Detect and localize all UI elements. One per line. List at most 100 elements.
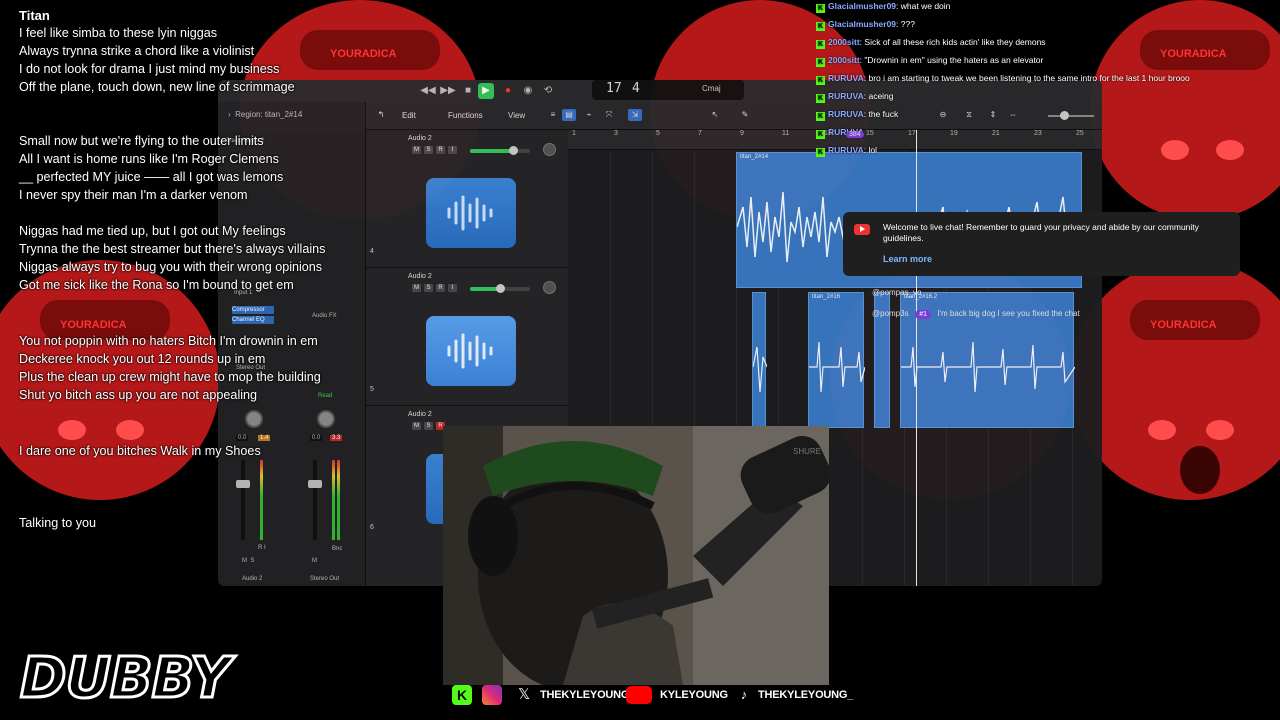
track-name: Audio 2 <box>408 411 432 418</box>
pencil-tool-icon[interactable]: ✎ <box>738 109 752 121</box>
vol-a-peak: 1.4 <box>258 435 271 441</box>
volume-slider[interactable] <box>470 146 530 155</box>
plugin-channel-eq[interactable]: Channel EQ <box>232 316 274 324</box>
capture-record-button[interactable]: ◉ <box>520 83 536 99</box>
back-icon[interactable]: ↰ <box>374 109 388 121</box>
stop-button[interactable]: ■ <box>460 83 476 99</box>
kick-handle[interactable]: THEKYLEYOUNG <box>540 689 629 701</box>
instagram-icon[interactable] <box>482 685 502 705</box>
mute-button[interactable]: M <box>412 146 421 154</box>
fast-forward-button[interactable]: ▶▶ <box>440 83 456 99</box>
chat-username[interactable]: RURUVA <box>828 91 864 101</box>
record-enable-button[interactable]: R <box>436 284 445 292</box>
mute-button[interactable]: M <box>412 284 421 292</box>
kick-icon[interactable]: K <box>452 685 472 705</box>
menu-functions[interactable]: Functions <box>448 111 483 120</box>
fader-track-a <box>241 460 245 540</box>
solo-button[interactable]: S <box>424 422 433 430</box>
bnc-label[interactable]: Bnc <box>332 546 342 552</box>
learn-more-link[interactable]: Learn more <box>883 254 932 264</box>
chat-username[interactable]: RURUVA <box>828 109 864 119</box>
youtube-handle[interactable]: KYLEYOUNG <box>660 689 728 701</box>
track-header[interactable]: 5 Audio 2 M S R I <box>366 268 568 406</box>
track-header[interactable]: 4 Audio 2 M S R I <box>366 130 568 268</box>
bg-brand-1: YOURADICA <box>330 48 397 60</box>
pan-knob-b[interactable] <box>317 410 335 428</box>
pan-knob[interactable] <box>543 281 556 294</box>
strip-a-ms[interactable]: M S <box>242 558 254 564</box>
pointer-tool-icon[interactable]: ↖ <box>708 109 722 121</box>
pan-knob[interactable] <box>543 143 556 156</box>
region-inspector-header[interactable]: › Region: titan_2#14 <box>218 102 366 130</box>
play-button[interactable]: ▶ <box>478 83 494 99</box>
mention-user-1[interactable]: @pompas_vo <box>872 288 921 297</box>
tiktok-handle[interactable]: THEKYLEYOUNG_ <box>758 689 853 701</box>
ruler-tick: 7 <box>698 130 702 137</box>
mute-button[interactable]: M <box>412 422 421 430</box>
fader-b[interactable] <box>308 480 322 488</box>
vertical-zoom-icon[interactable]: ⇕ <box>986 109 1000 121</box>
volume-slider[interactable] <box>470 284 530 293</box>
lyric-line: I feel like simba to these lyin niggas <box>19 26 218 40</box>
region-label: Region: titan_2#14 <box>235 110 303 119</box>
zoom-slider-thumb[interactable] <box>1060 111 1069 120</box>
snap-icon[interactable]: ⊖ <box>936 109 950 121</box>
chat-username[interactable]: RURUVA <box>828 73 864 83</box>
menu-view[interactable]: View <box>508 111 525 120</box>
chat-username[interactable]: Glacialmusher09 <box>828 19 896 29</box>
plugin-compressor[interactable]: Compressor <box>232 306 274 314</box>
x-icon[interactable]: 𝕏 <box>514 685 534 705</box>
audio-region[interactable] <box>752 292 767 428</box>
track-name: Audio 2 <box>408 135 432 142</box>
volume-thumb[interactable] <box>496 284 505 293</box>
youtube-icon[interactable] <box>626 686 652 704</box>
menu-edit[interactable]: Edit <box>402 111 416 120</box>
chat-username[interactable]: 2000sitt <box>828 37 860 47</box>
meter-a <box>260 460 263 540</box>
chat-username[interactable]: RURUVA <box>828 145 864 155</box>
logo-text: DUBBY <box>19 646 233 711</box>
strip-b-m[interactable]: M <box>312 558 317 564</box>
chat-username[interactable]: 2000sitt <box>828 55 860 65</box>
rewind-button[interactable]: ◀◀ <box>420 83 436 99</box>
meter-b-r <box>337 460 340 540</box>
ruler-tick: 23 <box>1034 130 1042 137</box>
vol-a: 0.0 <box>236 435 249 441</box>
lcd-key: Cmaj <box>702 84 721 93</box>
audio-region[interactable]: titan_2#16 <box>808 292 865 428</box>
catch-icon[interactable]: ⇲ <box>628 109 642 121</box>
chat-username[interactable]: Glacialmusher09 <box>828 1 896 11</box>
cycle-button[interactable]: ⟲ <box>540 83 556 99</box>
flex-icon[interactable]: ⤧ <box>602 109 616 121</box>
chat-text: the fuck <box>868 109 899 119</box>
kick-icon: K <box>816 40 825 49</box>
waveform-zoom-icon[interactable]: ⧖ <box>962 109 976 121</box>
solo-button[interactable]: S <box>424 146 433 154</box>
automation-icon[interactable]: ⌁ <box>582 109 596 121</box>
list-icon[interactable]: ≡ <box>546 109 560 121</box>
horizontal-zoom-icon[interactable]: ⇔ <box>1006 109 1020 121</box>
lcd-display[interactable]: 17 4 Cmaj <box>592 80 744 100</box>
chat-text: bro i am starting to tweak we been liste… <box>868 73 1190 83</box>
chat-text: aceing <box>868 91 894 101</box>
chat-message: K RURUVA: lol <box>816 145 877 157</box>
pan-knob-a[interactable] <box>245 410 263 428</box>
mention-user-2[interactable]: @pomp3s <box>872 309 909 318</box>
read-label[interactable]: Read <box>318 393 332 399</box>
strip-a-ri[interactable]: R I <box>258 545 266 551</box>
volume-thumb[interactable] <box>509 146 519 155</box>
zoom-slider[interactable] <box>1048 115 1094 117</box>
chat-message: K RURUVA: the fuck <box>816 109 899 121</box>
lyric-line: All I want is home runs like I'm Roger C… <box>19 152 279 166</box>
record-enable-button[interactable]: R <box>436 146 445 154</box>
solo-button[interactable]: S <box>424 284 433 292</box>
playhead[interactable] <box>916 130 917 586</box>
input-monitor-button[interactable]: I <box>448 146 457 154</box>
chat-message: K Glacialmusher09: ??? <box>816 19 915 31</box>
fader-a[interactable] <box>236 480 250 488</box>
lcd-bar: 17 <box>606 81 622 96</box>
grid-view-icon[interactable]: ▤ <box>562 109 576 121</box>
record-button[interactable]: ● <box>500 83 516 99</box>
input-monitor-button[interactable]: I <box>448 284 457 292</box>
tiktok-icon[interactable]: ♪ <box>734 685 754 705</box>
